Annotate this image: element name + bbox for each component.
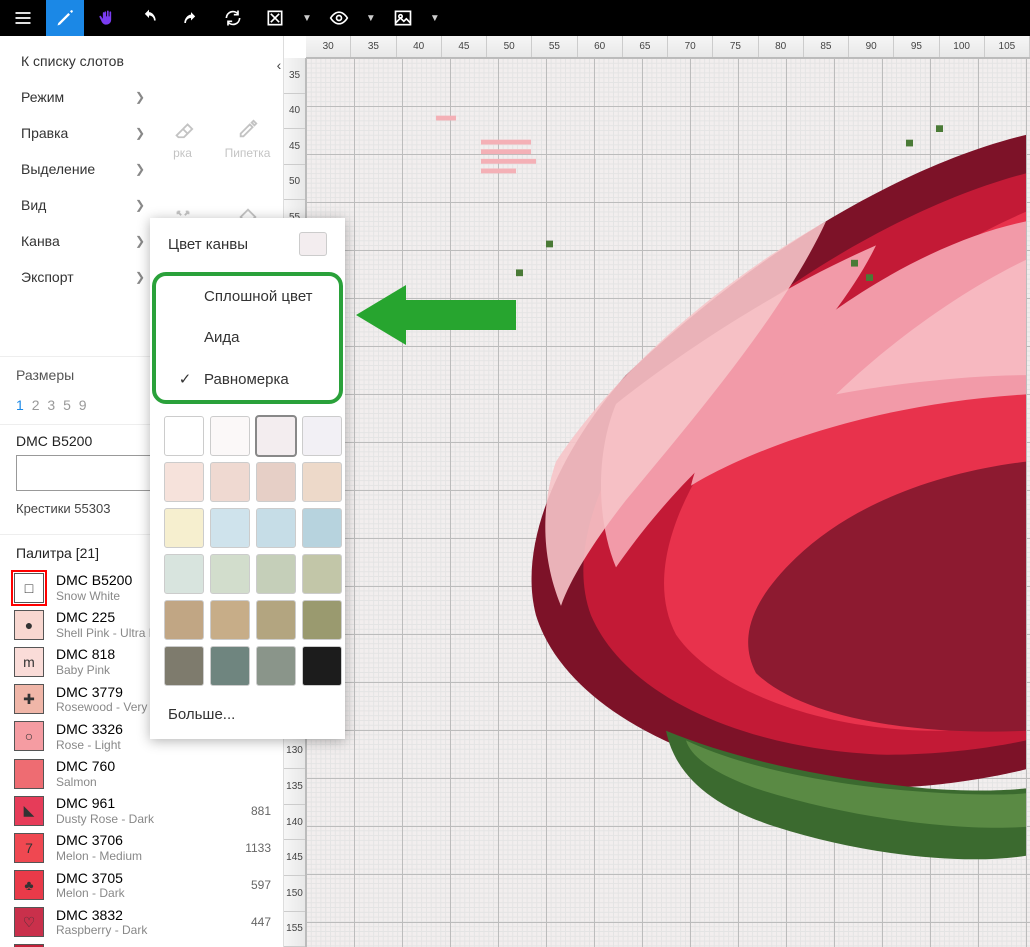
color-swatch[interactable] xyxy=(256,600,296,640)
palette-row[interactable]: ◆DMC 3350Dusty Rose - Ultra Dark257 xyxy=(0,941,283,947)
color-swatch[interactable] xyxy=(302,416,342,456)
color-swatch[interactable] xyxy=(164,508,204,548)
palette-row[interactable]: ♣DMC 3705Melon - Dark597 xyxy=(0,867,283,904)
palette-row[interactable]: ♡DMC 3832Raspberry - Dark447 xyxy=(0,904,283,941)
menu-item[interactable]: Вид❯ xyxy=(9,187,157,223)
canvas-color-label: Цвет канвы xyxy=(168,236,248,253)
palette-row[interactable]: 7DMC 3706Melon - Medium1133 xyxy=(0,829,283,866)
canvas-type-option[interactable]: Аида xyxy=(156,317,339,358)
palette-swatch: m xyxy=(14,647,44,677)
palette-swatch: ♣ xyxy=(14,870,44,900)
boxed-x-icon[interactable] xyxy=(256,0,294,36)
color-swatch[interactable] xyxy=(210,462,250,502)
palette-row[interactable]: DMC 760Salmon xyxy=(0,755,283,792)
color-swatch[interactable] xyxy=(164,554,204,594)
color-swatch[interactable] xyxy=(164,600,204,640)
color-swatch[interactable] xyxy=(164,646,204,686)
eraser-icon xyxy=(172,118,194,140)
palette-swatch: 7 xyxy=(14,833,44,863)
canvas-color-row[interactable]: Цвет канвы xyxy=(150,218,345,270)
palette-swatch: ◣ xyxy=(14,796,44,826)
menu-item[interactable]: Экспорт❯ xyxy=(9,259,157,295)
pencil-icon[interactable] xyxy=(46,0,84,36)
ruler-horizontal: 3035404550556065707580859095100105 xyxy=(306,36,1030,58)
color-swatch[interactable] xyxy=(210,646,250,686)
color-swatch[interactable] xyxy=(164,462,204,502)
eyedropper-icon xyxy=(237,118,259,140)
eye-icon[interactable] xyxy=(320,0,358,36)
more-colors-button[interactable]: Больше... xyxy=(150,692,345,739)
color-swatch[interactable] xyxy=(256,462,296,502)
color-swatch[interactable] xyxy=(302,646,342,686)
menu-item[interactable]: Режим❯ xyxy=(9,79,157,115)
palette-swatch: ✚ xyxy=(14,684,44,714)
ghost-tools: рка Пипетка xyxy=(150,118,280,160)
palette-swatch xyxy=(14,759,44,789)
menu-item[interactable]: Канва❯ xyxy=(9,223,157,259)
palette-swatch: ● xyxy=(14,610,44,640)
color-swatch[interactable] xyxy=(164,416,204,456)
ghost-tool-b: Пипетка xyxy=(225,146,271,160)
color-swatch[interactable] xyxy=(302,462,342,502)
main-menu: К списку слотовРежим❯Правка❯Выделение❯Ви… xyxy=(8,42,158,296)
menu-icon[interactable] xyxy=(4,0,42,36)
color-swatch[interactable] xyxy=(256,646,296,686)
canvas-color-grid xyxy=(150,406,345,692)
color-swatch[interactable] xyxy=(210,600,250,640)
color-swatch[interactable] xyxy=(256,416,296,456)
undo-icon[interactable] xyxy=(130,0,168,36)
color-swatch[interactable] xyxy=(302,554,342,594)
canvas-type-options: Сплошной цветАида✓Равномерка xyxy=(152,272,343,404)
hand-icon[interactable] xyxy=(88,0,126,36)
color-swatch[interactable] xyxy=(256,554,296,594)
color-swatch[interactable] xyxy=(210,554,250,594)
top-toolbar: ▼ ▼ ▼ xyxy=(0,0,1030,36)
canvas-type-option[interactable]: ✓Равномерка xyxy=(156,358,339,400)
palette-row[interactable]: ◣DMC 961Dusty Rose - Dark881 xyxy=(0,792,283,829)
menu-item[interactable]: Правка❯ xyxy=(9,115,157,151)
menu-item[interactable]: К списку слотов xyxy=(9,43,157,79)
refresh-icon[interactable] xyxy=(214,0,252,36)
color-swatch[interactable] xyxy=(256,508,296,548)
color-swatch[interactable] xyxy=(302,508,342,548)
canvas-area[interactable]: 3035404550556065707580859095100105 35404… xyxy=(284,36,1030,947)
canvas-submenu-popup: Цвет канвы Сплошной цветАида✓Равномерка … xyxy=(150,218,345,739)
image-icon[interactable] xyxy=(384,0,422,36)
color-swatch[interactable] xyxy=(210,416,250,456)
palette-swatch: □ xyxy=(14,573,44,603)
ghost-tool-a: рка xyxy=(173,146,192,160)
menu-item[interactable]: Выделение❯ xyxy=(9,151,157,187)
canvas-color-current-swatch xyxy=(299,232,327,256)
canvas-grid[interactable] xyxy=(306,58,1030,947)
color-swatch[interactable] xyxy=(210,508,250,548)
canvas-type-option[interactable]: Сплошной цвет xyxy=(156,276,339,317)
color-swatch[interactable] xyxy=(302,600,342,640)
redo-icon[interactable] xyxy=(172,0,210,36)
dropdown-arrow-1[interactable]: ▼ xyxy=(298,13,316,24)
palette-swatch: ○ xyxy=(14,721,44,751)
dropdown-arrow-2[interactable]: ▼ xyxy=(362,13,380,24)
dropdown-arrow-3[interactable]: ▼ xyxy=(426,13,444,24)
palette-swatch: ♡ xyxy=(14,907,44,937)
